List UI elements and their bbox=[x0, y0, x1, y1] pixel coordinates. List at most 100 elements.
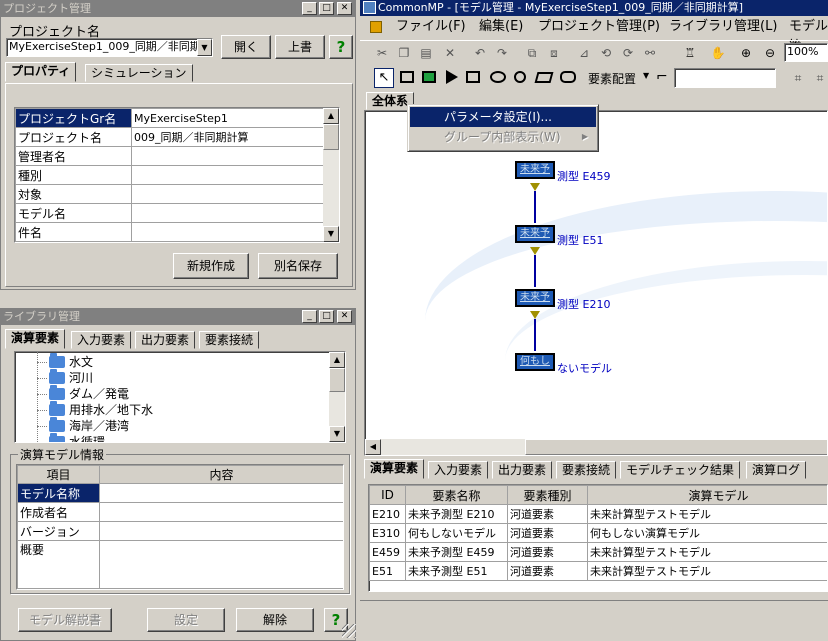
property-row[interactable]: モデル名 bbox=[15, 203, 326, 223]
property-value[interactable] bbox=[131, 165, 326, 185]
tab-input-elements[interactable]: 入力要素 bbox=[71, 331, 132, 349]
close-button[interactable]: ✕ bbox=[337, 2, 352, 15]
table-row[interactable]: E310 何もしないモデル 河道要素 何もしない演算モデル bbox=[369, 523, 827, 543]
scroll-thumb[interactable] bbox=[323, 124, 339, 150]
context-item-parameter[interactable]: パラメータ設定(I)... bbox=[410, 107, 596, 127]
table-row[interactable]: E51 未来予測型 E51 河道要素 未来計算型テストモデル bbox=[369, 561, 827, 581]
polygon-tool-icon[interactable] bbox=[534, 72, 554, 83]
canvas-hscrollbar[interactable]: ◀ bbox=[365, 439, 827, 455]
minimize-button[interactable]: _ bbox=[302, 2, 317, 15]
element-connection[interactable] bbox=[534, 191, 536, 223]
table-header-cell[interactable]: 要素種別 bbox=[507, 485, 588, 505]
maximize-button[interactable]: □ bbox=[319, 310, 334, 323]
cut-icon[interactable]: ✂ bbox=[374, 45, 390, 61]
release-button[interactable]: 解除 bbox=[236, 608, 314, 632]
property-row[interactable]: 種別 bbox=[15, 165, 326, 185]
arrange-label[interactable]: 要素配置 bbox=[588, 70, 636, 87]
paste-icon[interactable]: ▤ bbox=[418, 45, 434, 61]
tab-input-elements[interactable]: 入力要素 bbox=[428, 461, 489, 479]
menu-file[interactable]: ファイル(F) bbox=[396, 17, 466, 37]
tab-element-connect[interactable]: 要素接続 bbox=[556, 461, 617, 479]
property-value[interactable] bbox=[131, 203, 326, 223]
overwrite-button[interactable]: 上書 bbox=[275, 35, 325, 59]
zoom-in-icon[interactable]: ⊕ bbox=[738, 45, 754, 61]
model-element-node[interactable]: 何もし bbox=[515, 353, 555, 371]
scroll-up-icon[interactable]: ▲ bbox=[329, 352, 345, 368]
rotate-icon[interactable]: ⟳ bbox=[620, 45, 636, 61]
tree-item[interactable]: 水循環 bbox=[49, 433, 105, 442]
scroll-left-icon[interactable]: ◀ bbox=[365, 439, 381, 455]
property-value[interactable]: MyExerciseStep1 bbox=[131, 108, 326, 128]
scroll-down-icon[interactable]: ▼ bbox=[323, 226, 339, 242]
tab-element-connect[interactable]: 要素接続 bbox=[199, 331, 260, 349]
scroll-thumb[interactable] bbox=[329, 368, 345, 392]
arrange-input[interactable] bbox=[674, 68, 776, 88]
tab-output-elements[interactable]: 出力要素 bbox=[135, 331, 196, 349]
tree-item[interactable]: 用排水／地下水 bbox=[37, 401, 153, 418]
property-value[interactable] bbox=[131, 184, 326, 204]
property-value[interactable] bbox=[131, 222, 326, 242]
table-header-cell[interactable]: ID bbox=[369, 485, 406, 505]
chevron-down-icon[interactable]: ▼ bbox=[643, 71, 649, 80]
square-tool-icon[interactable] bbox=[466, 71, 480, 83]
tree-item[interactable]: 水文 bbox=[37, 353, 93, 370]
align-icon[interactable]: ⊿ bbox=[576, 45, 592, 61]
ellipse-tool-icon[interactable] bbox=[490, 71, 506, 83]
resize-grip[interactable] bbox=[342, 624, 356, 638]
scroll-thumb[interactable] bbox=[525, 439, 827, 455]
tab-calc-elements[interactable]: 演算要素 bbox=[5, 329, 66, 349]
scroll-down-icon[interactable]: ▼ bbox=[329, 426, 345, 442]
tab-properties[interactable]: プロパティ bbox=[5, 62, 77, 82]
menu-model[interactable]: モデル管 bbox=[789, 17, 828, 54]
flip-icon[interactable]: ⟲ bbox=[598, 45, 614, 61]
layout-icon[interactable]: ⌗ bbox=[790, 70, 806, 86]
undo-icon[interactable]: ↶ bbox=[472, 45, 488, 61]
ungroup-icon[interactable]: ⧈ bbox=[546, 45, 562, 61]
help-button[interactable]: ? bbox=[329, 35, 353, 59]
tab-model-check[interactable]: モデルチェック結果 bbox=[620, 461, 741, 479]
element-connection[interactable] bbox=[534, 255, 536, 287]
table-header-cell[interactable]: 要素名称 bbox=[405, 485, 508, 505]
property-row[interactable]: プロジェクトGr名 MyExerciseStep1 bbox=[15, 108, 326, 128]
property-value[interactable] bbox=[131, 146, 326, 166]
hand-icon[interactable]: ✋ bbox=[710, 45, 726, 61]
minimize-button[interactable]: _ bbox=[302, 310, 317, 323]
table-row[interactable]: E210 未来予測型 E210 河道要素 未来計算型テストモデル bbox=[369, 504, 827, 524]
menu-project[interactable]: プロジェクト管理(P) bbox=[538, 17, 660, 37]
tree-item[interactable]: 河川 bbox=[37, 369, 93, 386]
copy-icon[interactable]: ❐ bbox=[396, 45, 412, 61]
close-button[interactable]: ✕ bbox=[337, 310, 352, 323]
context-item-group-view[interactable]: グループ内部表示(W) ▶ bbox=[410, 127, 596, 147]
tree-item[interactable]: 海岸／港湾 bbox=[37, 417, 129, 434]
tree-scrollbar[interactable]: ▲ ▼ bbox=[329, 352, 345, 442]
table-header-cell[interactable]: 演算モデル bbox=[587, 485, 827, 505]
property-value[interactable]: 009_同期／非同期計算 bbox=[131, 127, 326, 147]
model-element-node[interactable]: 未来予 bbox=[515, 289, 555, 307]
tab-simulation[interactable]: シミュレーション bbox=[85, 64, 193, 82]
zoom-out-icon[interactable]: ⊖ bbox=[762, 45, 778, 61]
property-row[interactable]: 件名 bbox=[15, 222, 326, 242]
rounded-rect-tool-icon[interactable] bbox=[560, 71, 576, 83]
menu-library[interactable]: ライブラリ管理(L) bbox=[669, 17, 777, 37]
tree-item[interactable]: ダム／発電 bbox=[37, 385, 129, 402]
zoom-select[interactable]: 100% bbox=[784, 43, 828, 62]
save-as-button[interactable]: 別名保存 bbox=[258, 253, 338, 279]
redo-icon[interactable]: ↷ bbox=[494, 45, 510, 61]
open-button[interactable]: 開く bbox=[221, 35, 271, 59]
group-icon[interactable]: ⧉ bbox=[524, 45, 540, 61]
element-connection[interactable] bbox=[534, 319, 536, 351]
tab-calc-elements[interactable]: 演算要素 bbox=[364, 459, 425, 479]
chevron-down-icon[interactable]: ▼ bbox=[197, 39, 212, 56]
menu-edit[interactable]: 編集(E) bbox=[479, 17, 523, 37]
property-row[interactable]: 管理者名 bbox=[15, 146, 326, 166]
model-element-node[interactable]: 未来予 bbox=[515, 161, 555, 179]
table-row[interactable]: E459 未来予測型 E459 河道要素 未来計算型テストモデル bbox=[369, 542, 827, 562]
triangle-tool-icon[interactable] bbox=[446, 70, 458, 84]
project-select[interactable]: MyExerciseStep1_009_同期／非同期 ▼ bbox=[6, 38, 213, 57]
properties-scrollbar[interactable]: ▲ ▼ bbox=[323, 108, 339, 242]
delete-icon[interactable]: ✕ bbox=[442, 45, 458, 61]
rect-tool-icon[interactable] bbox=[400, 71, 414, 83]
scroll-up-icon[interactable]: ▲ bbox=[323, 108, 339, 124]
property-row[interactable]: プロジェクト名 009_同期／非同期計算 bbox=[15, 127, 326, 147]
tab-output-elements[interactable]: 出力要素 bbox=[492, 461, 553, 479]
